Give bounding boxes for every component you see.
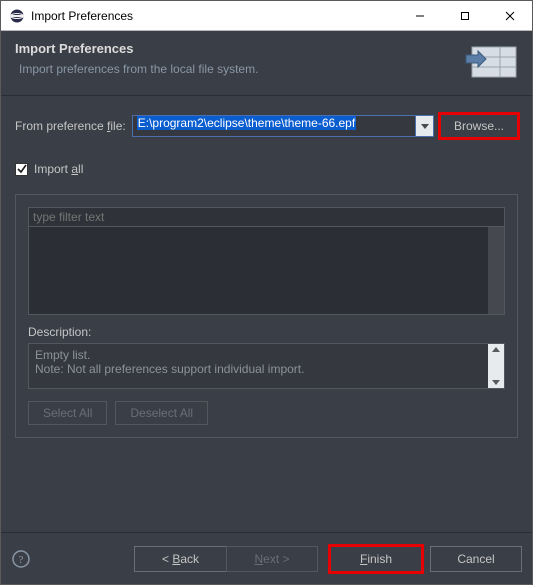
import-all-checkbox[interactable]: [15, 163, 28, 176]
dialog-footer: ? < Back Next > Finish Cancel: [1, 532, 532, 584]
finish-button[interactable]: Finish: [330, 546, 422, 572]
next-button: Next >: [226, 546, 318, 572]
dialog-header: Import Preferences Import preferences fr…: [1, 31, 532, 96]
preferences-tree[interactable]: [28, 227, 505, 315]
dialog-window: Import Preferences Import Preferences Im…: [0, 0, 533, 585]
scrollbar[interactable]: [488, 344, 504, 388]
window-title: Import Preferences: [31, 9, 397, 23]
file-row: From preference file: E:\program2\eclips…: [15, 114, 518, 138]
import-icon: [464, 41, 518, 81]
window-controls: [397, 1, 532, 30]
description-line: Empty list.: [35, 348, 498, 362]
select-all-button: Select All: [28, 401, 107, 425]
header-subtitle: Import preferences from the local file s…: [19, 62, 456, 76]
maximize-button[interactable]: [442, 1, 487, 30]
preferences-group: Description: Empty list. Note: Not all p…: [15, 194, 518, 438]
scrollbar[interactable]: [488, 227, 504, 314]
svg-text:?: ?: [19, 554, 24, 566]
dialog-body: From preference file: E:\program2\eclips…: [1, 96, 532, 532]
titlebar: Import Preferences: [1, 1, 532, 31]
file-combo[interactable]: E:\program2\eclipse\theme\theme-66.epf: [132, 115, 434, 137]
deselect-all-button: Deselect All: [115, 401, 208, 425]
minimize-button[interactable]: [397, 1, 442, 30]
import-all-row: Import all: [15, 162, 518, 176]
file-input[interactable]: E:\program2\eclipse\theme\theme-66.epf: [132, 115, 416, 137]
chevron-down-icon[interactable]: [416, 115, 434, 137]
help-icon[interactable]: ?: [11, 549, 31, 569]
chevron-up-icon[interactable]: [492, 346, 500, 354]
file-label: From preference file:: [15, 119, 126, 133]
app-icon: [9, 8, 25, 24]
chevron-down-icon[interactable]: [492, 378, 500, 386]
description-line: Note: Not all preferences support indivi…: [35, 362, 498, 376]
selection-buttons: Select All Deselect All: [28, 401, 505, 425]
import-all-label: Import all: [34, 162, 83, 176]
close-button[interactable]: [487, 1, 532, 30]
filter-input[interactable]: [28, 207, 505, 227]
header-title: Import Preferences: [15, 41, 456, 56]
description-box: Empty list. Note: Not all preferences su…: [28, 343, 505, 389]
back-button[interactable]: < Back: [134, 546, 226, 572]
description-label: Description:: [28, 325, 505, 339]
browse-button[interactable]: Browse...: [440, 114, 518, 138]
cancel-button[interactable]: Cancel: [430, 546, 522, 572]
